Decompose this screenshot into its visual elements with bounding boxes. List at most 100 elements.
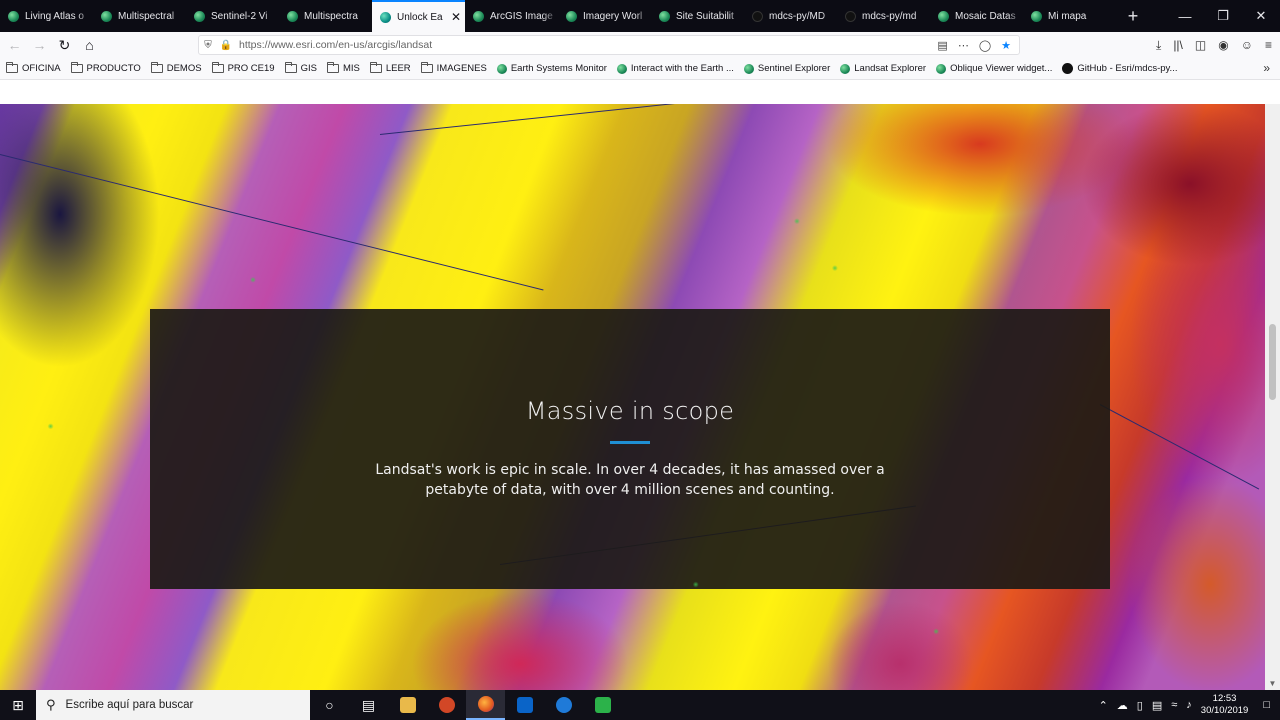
bookmark-item[interactable]: PRODUCTO — [70, 62, 141, 74]
globe-icon — [743, 63, 754, 74]
tab-8[interactable]: Site Suitabilit — [651, 0, 744, 32]
bookmark-label: MIS — [342, 63, 360, 74]
windows-start-icon[interactable]: ⊞ — [0, 690, 36, 720]
tab-4[interactable]: Multispectra — [279, 0, 372, 32]
minimize-icon[interactable]: — — [1166, 0, 1204, 32]
window-controls: — ❐ ✕ — [1166, 0, 1280, 32]
bookmark-item[interactable]: GIS — [284, 62, 317, 74]
firefox-icon[interactable] — [466, 690, 505, 720]
url-text[interactable]: https://www.esri.com/en-us/arcgis/landsa… — [239, 39, 937, 51]
tab-9[interactable]: mdcs-py/MD — [744, 0, 837, 32]
bookmark-label: GIS — [300, 63, 317, 74]
clock-date: 30/10/2019 — [1200, 705, 1249, 716]
forward-icon[interactable]: → — [27, 32, 52, 58]
chevron-up-icon[interactable]: ⌃ — [1099, 699, 1108, 712]
accent-rule — [610, 441, 650, 444]
wifi-icon[interactable]: ≈ — [1171, 699, 1177, 711]
bookmark-item[interactable]: Earth Systems Monitor — [496, 63, 607, 74]
tab-fade — [170, 0, 186, 32]
volume-icon[interactable]: ♪ — [1186, 699, 1192, 711]
close-window-icon[interactable]: ✕ — [1242, 0, 1280, 32]
scroll-down-icon[interactable]: ▼ — [1265, 678, 1280, 690]
bookmark-item[interactable]: LEER — [369, 62, 411, 74]
bookmark-item[interactable]: Landsat Explorer — [840, 63, 926, 74]
scrollbar-thumb[interactable] — [1269, 324, 1276, 400]
globe-icon — [566, 10, 577, 22]
bookmark-label: OFICINA — [22, 63, 61, 74]
github-icon — [752, 10, 763, 22]
outlook-icon[interactable] — [505, 690, 544, 720]
globe-icon — [840, 63, 851, 74]
web-content: Massive in scope Landsat's work is epic … — [0, 80, 1280, 690]
account-icon[interactable]: ☺ — [1241, 38, 1253, 52]
bookmark-item[interactable]: IMAGENES — [420, 62, 487, 74]
home-icon[interactable]: ⌂ — [77, 32, 102, 58]
pocket-icon[interactable]: ◯ — [979, 39, 991, 52]
sidebar-icon[interactable]: ◫ — [1195, 38, 1206, 52]
close-tab-icon[interactable]: ✕ — [451, 10, 461, 24]
tab-10[interactable]: mdcs-py/md — [837, 0, 930, 32]
new-tab-button[interactable]: + — [1116, 0, 1150, 32]
bookmark-list: OFICINA PRODUCTO DEMOS PRO CE19 GIS MIS LEER IM… — [6, 62, 1187, 74]
taskbar-search[interactable]: ⚲ Escribe aquí para buscar — [36, 690, 310, 720]
tab-label: Unlock Ea — [397, 11, 443, 23]
panel-title: Massive in scope — [525, 397, 735, 425]
browser-icon[interactable] — [544, 690, 583, 720]
network-icon[interactable]: ▤ — [1152, 699, 1162, 712]
bookmark-label: Sentinel Explorer — [757, 63, 831, 74]
tab-1[interactable]: Living Atlas o — [0, 0, 93, 32]
lock-icon[interactable]: 🔒 — [217, 40, 235, 51]
bookmark-item[interactable]: PRO CE19 — [211, 62, 275, 74]
folder-icon — [70, 62, 83, 73]
bookmark-label: Oblique Viewer widget... — [950, 63, 1053, 74]
cloud-icon[interactable]: ☁ — [1117, 699, 1128, 712]
powerpoint-icon[interactable] — [427, 690, 466, 720]
app-icon[interactable] — [583, 690, 622, 720]
task-view-icon[interactable]: ▤ — [349, 690, 388, 720]
tab-12[interactable]: Mi mapa — [1023, 0, 1116, 32]
globe-icon — [8, 10, 19, 22]
bookmark-item[interactable]: DEMOS — [150, 62, 202, 74]
page-actions-icon[interactable]: ⋯ — [958, 39, 969, 52]
reload-icon[interactable]: ↻ — [52, 32, 77, 58]
road-line — [0, 154, 544, 291]
back-icon[interactable]: ← — [2, 32, 27, 58]
folder-icon — [284, 62, 297, 73]
bookmark-star-icon[interactable]: ★ — [1001, 39, 1011, 52]
bookmark-label: DEMOS — [166, 63, 202, 74]
panel-body-text: Landsat's work is epic in scale. In over… — [375, 462, 885, 498]
address-bar[interactable]: ⛨ 🔒 https://www.esri.com/en-us/arcgis/la… — [198, 35, 1020, 55]
maximize-icon[interactable]: ❐ — [1204, 0, 1242, 32]
tab-5[interactable]: Unlock Ea ✕ — [372, 0, 465, 32]
bookmark-item[interactable]: GitHub - Esri/mdcs-py... — [1062, 63, 1177, 74]
tab-2[interactable]: Multispectral — [93, 0, 186, 32]
globe-icon — [1031, 10, 1042, 22]
battery-icon[interactable]: ▯ — [1137, 699, 1143, 712]
page-scrollbar[interactable]: ▼ — [1265, 104, 1280, 690]
tab-7[interactable]: Imagery Worl — [558, 0, 651, 32]
extensions-icon[interactable]: ◉ — [1218, 38, 1228, 52]
download-icon[interactable]: ⤓ — [1156, 38, 1161, 53]
tab-6[interactable]: ArcGIS Image — [465, 0, 558, 32]
tab-3[interactable]: Sentinel-2 Vi — [186, 0, 279, 32]
menu-icon[interactable]: ≡ — [1265, 38, 1272, 52]
reader-view-icon[interactable]: ▤ — [937, 39, 947, 52]
bookmark-item[interactable]: Oblique Viewer widget... — [936, 63, 1052, 74]
bookmark-item[interactable]: Sentinel Explorer — [743, 63, 831, 74]
clock[interactable]: 12:53 30/10/2019 — [1201, 693, 1249, 717]
globe-icon — [936, 63, 947, 74]
shield-icon[interactable]: ⛨ — [199, 40, 217, 51]
road-line — [499, 505, 916, 565]
cortana-icon[interactable]: ○ — [310, 690, 349, 720]
notifications-icon[interactable]: □ — [1263, 699, 1270, 711]
github-icon — [845, 10, 856, 22]
chevron-more-icon[interactable]: » — [1263, 61, 1270, 75]
tab-11[interactable]: Mosaic Datas — [930, 0, 1023, 32]
bookmark-item[interactable]: MIS — [326, 62, 360, 74]
windows-taskbar: ⊞ ⚲ Escribe aquí para buscar ○ ▤ ⌃ ☁ ▯ ▤… — [0, 690, 1280, 720]
library-icon[interactable]: ||\ — [1173, 38, 1183, 52]
bookmark-item[interactable]: Interact with the Earth ... — [616, 63, 734, 74]
clock-time: 12:53 — [1212, 693, 1237, 704]
file-explorer-icon[interactable] — [388, 690, 427, 720]
bookmark-item[interactable]: OFICINA — [6, 62, 61, 74]
